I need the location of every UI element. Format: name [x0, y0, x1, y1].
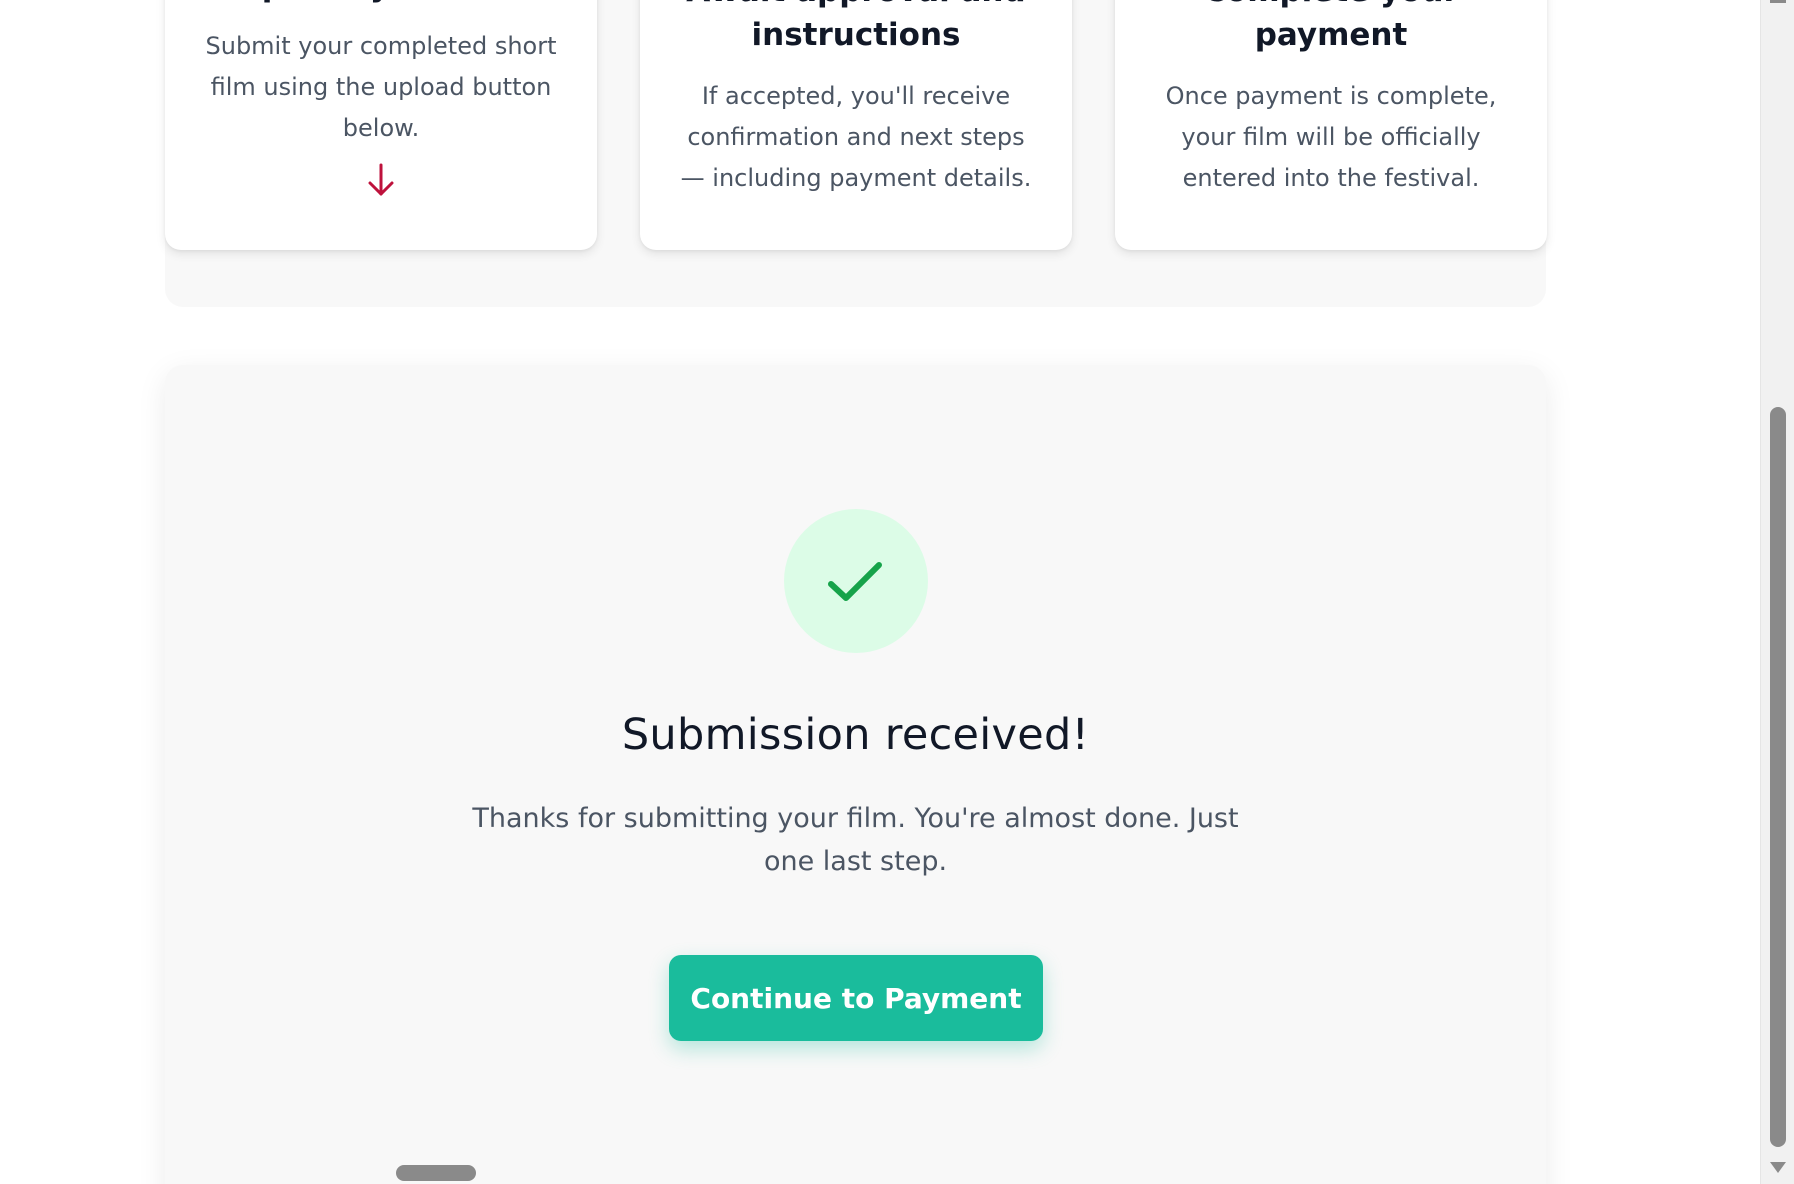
submission-success-panel: Submission received! Thanks for submitti…	[165, 365, 1546, 1184]
vertical-scrollbar[interactable]	[1760, 0, 1794, 1184]
step-title: Upload your film	[165, 0, 597, 8]
arrow-down-icon	[368, 163, 394, 196]
step-description: Once payment is complete, your film will…	[1165, 82, 1497, 192]
step-description: If accepted, you'll receive confirmation…	[680, 82, 1032, 192]
continue-to-payment-button[interactable]: Continue to Payment	[669, 955, 1043, 1041]
horizontal-scrollbar-thumb[interactable]	[396, 1165, 476, 1181]
page-viewport: Upload your film Submit your completed s…	[0, 0, 1794, 1184]
step-card-upload: Upload your film Submit your completed s…	[165, 0, 597, 250]
scroll-down-arrow-icon[interactable]	[1770, 1162, 1786, 1173]
success-message: Thanks for submitting your film. You're …	[472, 803, 1239, 877]
scroll-up-arrow-icon[interactable]	[1770, 0, 1786, 3]
success-title: Submission received!	[621, 710, 1090, 760]
checkmark-icon	[828, 562, 882, 601]
step-title: Await approval and instructions	[686, 0, 1025, 53]
vertical-scrollbar-thumb[interactable]	[1770, 407, 1786, 1147]
step-card-payment: Complete your payment Once payment is co…	[1115, 0, 1547, 250]
step-card-approval: Await approval and instructions If accep…	[640, 0, 1072, 250]
step-description: Submit your completed short film using t…	[205, 32, 557, 142]
step-title: Complete your payment	[1203, 0, 1459, 53]
success-icon-badge	[784, 509, 928, 653]
